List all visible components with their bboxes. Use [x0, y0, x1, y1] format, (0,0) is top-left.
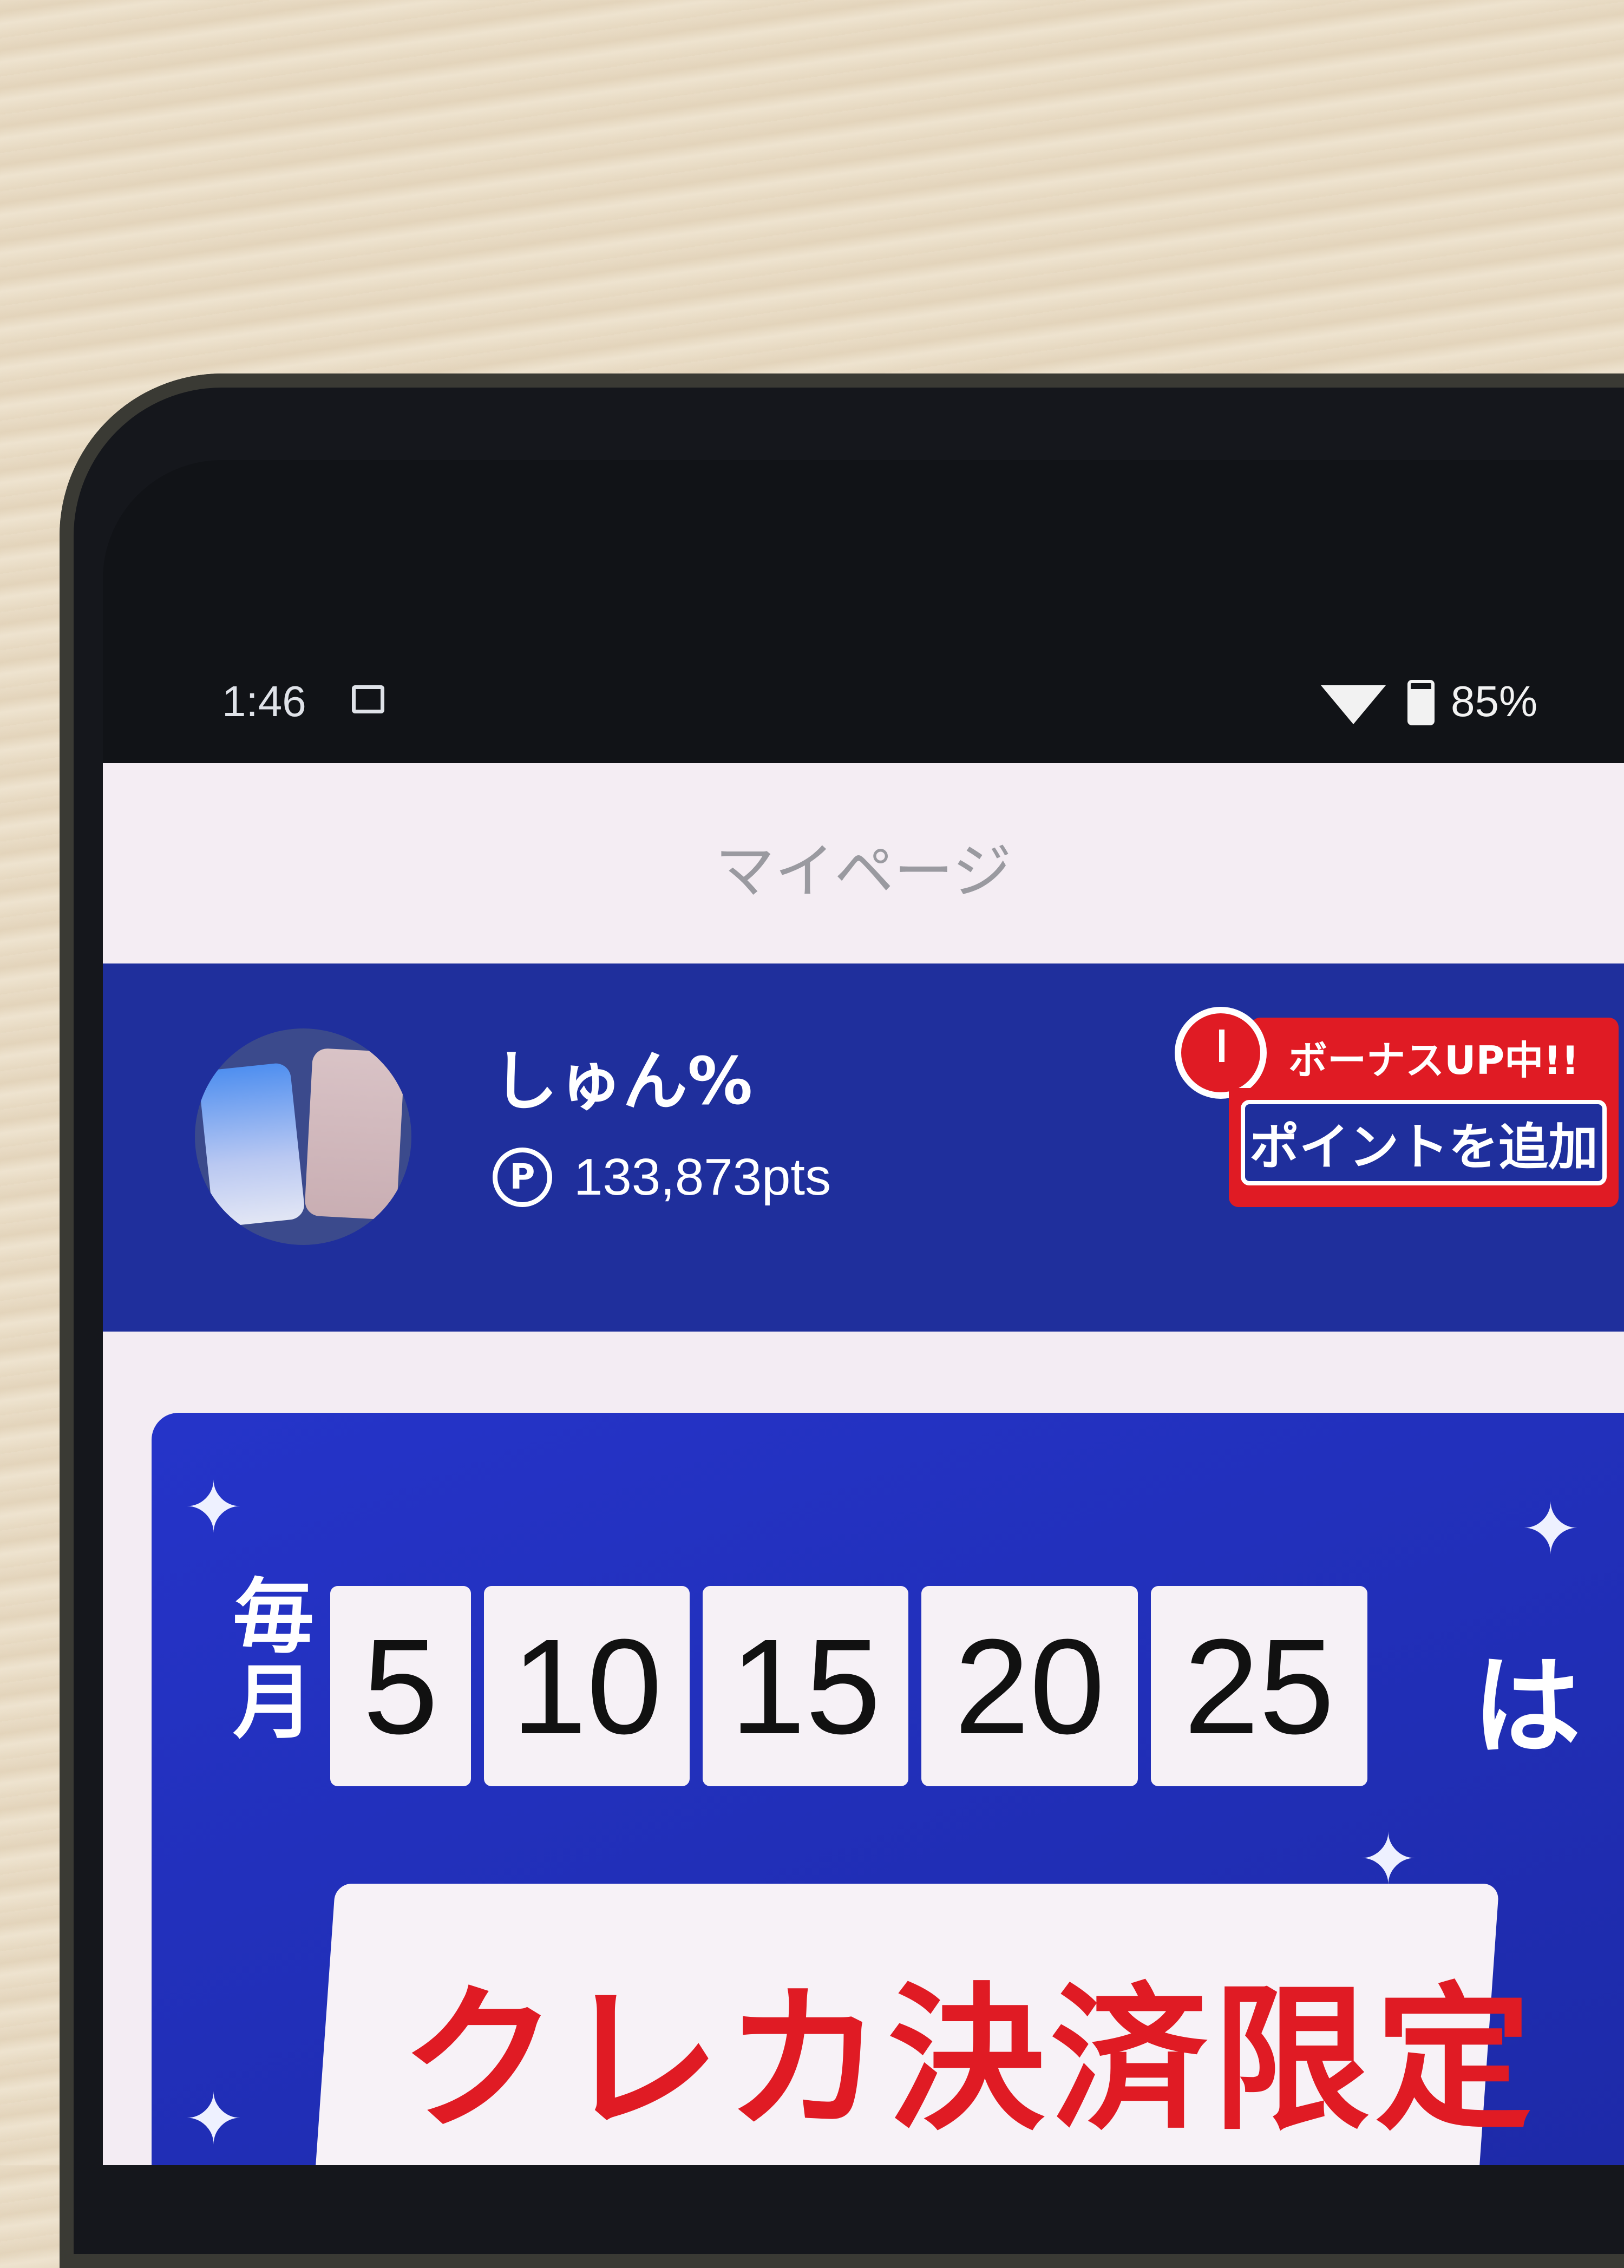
status-bar: 1:46 85%: [103, 677, 1624, 763]
cast-icon: [352, 685, 384, 713]
date-box: 15: [703, 1586, 908, 1786]
avatar-photo-part: [304, 1047, 405, 1221]
wifi-icon: [1321, 685, 1386, 724]
bonus-label: ボーナスUP中!!: [1288, 1038, 1579, 1083]
points-coin-icon: P: [493, 1148, 552, 1207]
promo-headline: クレカ決済限定: [401, 1969, 1537, 2152]
alarm-clock-icon: [1175, 1007, 1267, 1099]
main-content: ✦ ✦ ✦ ✦ 毎月 5 10 15 20 25 は クレカ決済限定: [103, 1332, 1624, 2165]
sparkle-icon: ✦: [184, 1466, 243, 1549]
add-points-label: ポイントを追加: [1241, 1100, 1607, 1185]
user-name: しゅん%: [493, 1044, 753, 1119]
sparkle-icon: ✦: [184, 2078, 243, 2160]
phone-screen: 1:46 85% マイページ しゅん% P 133,873pts ボーナスUP中…: [103, 460, 1624, 2165]
points-value: 133,873pts: [574, 1148, 831, 1206]
date-box: 20: [921, 1586, 1138, 1786]
battery-icon: [1407, 680, 1435, 725]
monthly-label: 毎月: [233, 1570, 315, 1750]
date-box: 25: [1151, 1586, 1367, 1786]
date-suffix: は: [1472, 1644, 1581, 1770]
avatar[interactable]: [195, 1028, 411, 1245]
bonus-widget: ボーナスUP中!! ポイントを追加: [1175, 1007, 1619, 1234]
date-box: 10: [484, 1586, 690, 1786]
sparkle-icon: ✦: [1521, 1488, 1580, 1570]
promo-banner[interactable]: ✦ ✦ ✦ ✦ 毎月 5 10 15 20 25 は クレカ決済限定: [152, 1413, 1624, 2165]
status-time: 1:46: [222, 677, 306, 725]
date-boxes: 5 10 15 20 25: [330, 1586, 1367, 1786]
app-header: マイページ: [103, 763, 1624, 963]
avatar-photo-part: [198, 1061, 306, 1228]
profile-card: しゅん% P 133,873pts ボーナスUP中!! ポイントを追加: [103, 963, 1624, 1332]
page-title: マイページ: [715, 837, 1012, 906]
points-balance: P 133,873pts: [493, 1142, 831, 1212]
add-points-button[interactable]: ポイントを追加: [1229, 1088, 1619, 1207]
date-box: 5: [330, 1586, 471, 1786]
battery-percent: 85%: [1451, 677, 1538, 725]
